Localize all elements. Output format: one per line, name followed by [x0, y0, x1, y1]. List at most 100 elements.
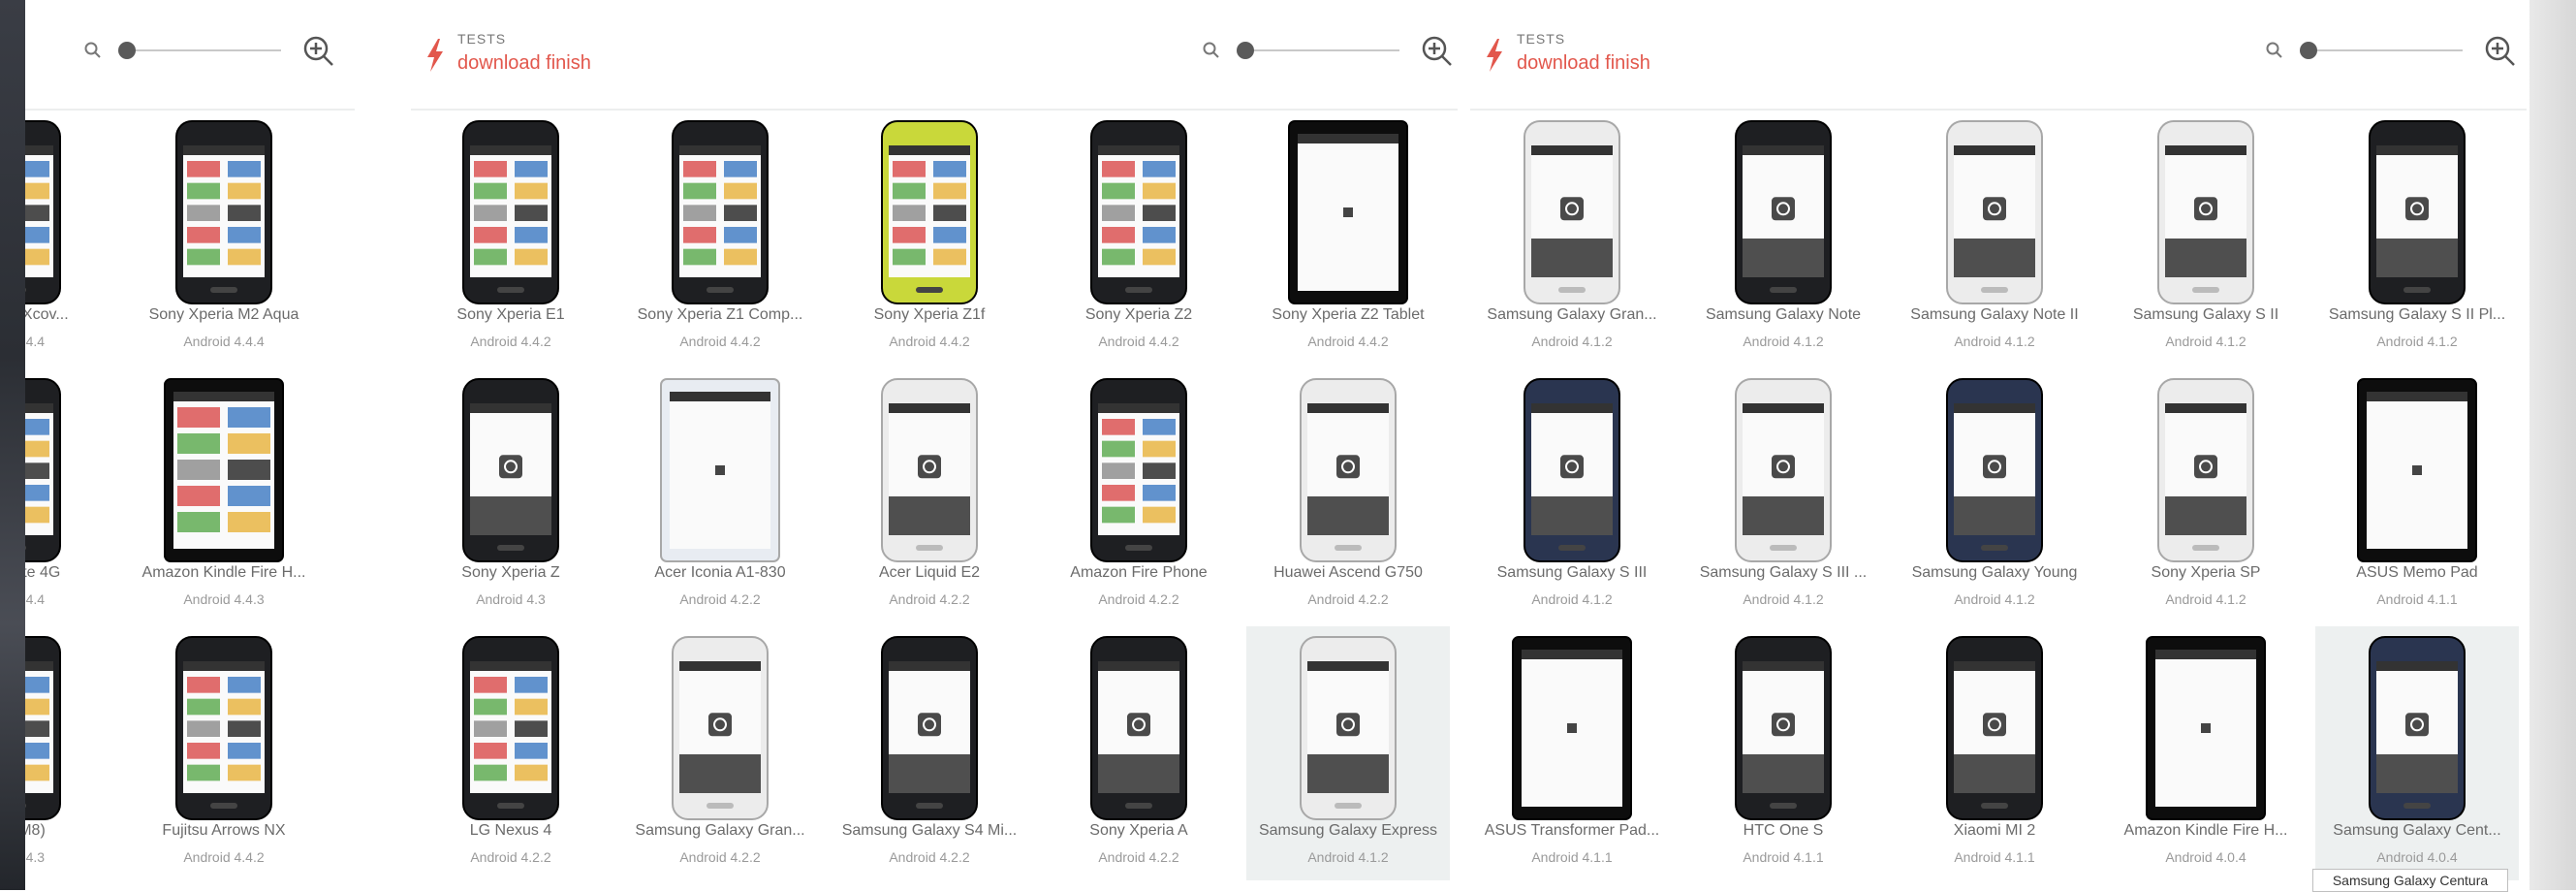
- device-screenshot[interactable]: [175, 120, 272, 309]
- device-screenshot[interactable]: [881, 120, 978, 309]
- device-tile[interactable]: Sony Xperia A Android 4.2.2: [1037, 626, 1241, 880]
- zoom-slider[interactable]: [126, 49, 281, 51]
- device-screenshot[interactable]: [164, 378, 284, 567]
- device-tile[interactable]: Samsung Galaxy S4 Mi... Android 4.2.2: [828, 626, 1031, 880]
- device-screenshot[interactable]: [25, 378, 61, 567]
- device-screenshot[interactable]: [1300, 378, 1397, 567]
- device-tile[interactable]: Samsung Galaxy Gran... Android 4.1.2: [1470, 111, 1674, 365]
- device-tile[interactable]: Huawei Ascend G750 Android 4.2.2: [1246, 368, 1450, 622]
- download-status: download finish: [457, 52, 591, 74]
- device-screenshot[interactable]: [881, 636, 978, 825]
- device-os-version: Android 4.2.2: [1098, 591, 1179, 607]
- device-tile[interactable]: Sony Xperia Z Android 4.3: [411, 368, 613, 622]
- zoom-out-icon[interactable]: [2265, 41, 2284, 60]
- device-tile[interactable]: Sony Xperia Z1f Android 4.4.2: [828, 111, 1031, 365]
- device-tile[interactable]: Sony Xperia SP Android 4.1.2: [2104, 368, 2308, 622]
- device-tile[interactable]: Fujitsu Arrows NX Android 4.4.2: [122, 626, 326, 880]
- panel-header: TESTS download finish: [1470, 0, 2527, 111]
- device-tile[interactable]: Xiaomi MI 2 Android 4.1.1: [1893, 626, 2096, 880]
- device-screenshot[interactable]: [2369, 636, 2466, 825]
- device-tile[interactable]: Samsung Galaxy Note Android 4.1.2: [1681, 111, 1885, 365]
- zoom-control: [2265, 33, 2517, 68]
- device-screenshot[interactable]: [1946, 378, 2043, 567]
- zoom-slider-knob[interactable]: [2300, 42, 2317, 59]
- device-tile[interactable]: Sony Xperia Z2 Tablet Android 4.4.2: [1246, 111, 1450, 365]
- zoom-slider-knob[interactable]: [118, 42, 136, 59]
- zoom-in-icon[interactable]: [1419, 33, 1454, 68]
- device-screenshot[interactable]: [175, 636, 272, 825]
- device-tile[interactable]: Samsung Galaxy Express Android 4.1.2: [1246, 626, 1450, 880]
- device-screenshot[interactable]: [881, 378, 978, 567]
- device-tile[interactable]: g Galaxy Xcov... droid 4.4.4: [25, 111, 114, 365]
- device-screenshot[interactable]: [672, 636, 769, 825]
- device-tile[interactable]: Samsung Galaxy S III Android 4.1.2: [1470, 368, 1674, 622]
- device-screenshot[interactable]: [2357, 378, 2477, 567]
- device-tile[interactable]: Samsung Galaxy Young Android 4.1.2: [1893, 368, 2096, 622]
- device-screenshot[interactable]: [2369, 120, 2466, 309]
- zoom-in-icon[interactable]: [300, 33, 335, 68]
- device-name: g Galaxy Xcov...: [25, 306, 69, 323]
- device-screenshot[interactable]: [1735, 378, 1832, 567]
- device-tile[interactable]: Samsung Galaxy Note II Android 4.1.2: [1893, 111, 2096, 365]
- device-screenshot[interactable]: [1288, 120, 1408, 309]
- device-screenshot[interactable]: [2157, 120, 2254, 309]
- device-tile[interactable]: Acer Iconia A1-830 Android 4.2.2: [618, 368, 822, 622]
- device-screenshot[interactable]: [1735, 636, 1832, 825]
- device-screenshot[interactable]: [2157, 378, 2254, 567]
- zoom-slider[interactable]: [1244, 49, 1399, 51]
- device-screenshot[interactable]: [1946, 636, 2043, 825]
- zoom-slider[interactable]: [2308, 49, 2463, 51]
- device-tile[interactable]: Amazon Kindle Fire H... Android 4.0.4: [2104, 626, 2308, 880]
- device-screenshot[interactable]: [1090, 636, 1187, 825]
- device-tile[interactable]: edmi Note 4G droid 4.4.4: [25, 368, 114, 622]
- device-screenshot[interactable]: [25, 120, 61, 309]
- zoom-in-icon[interactable]: [2482, 33, 2517, 68]
- zoom-out-icon[interactable]: [83, 41, 103, 60]
- test-panel-3: TESTS download finish Samsung Galaxy Gra…: [1470, 0, 2527, 890]
- device-tile[interactable]: Acer Liquid E2 Android 4.2.2: [828, 368, 1031, 622]
- device-screenshot[interactable]: [462, 120, 559, 309]
- device-screenshot[interactable]: [25, 636, 61, 825]
- device-screenshot[interactable]: [462, 378, 559, 567]
- device-tile[interactable]: Amazon Fire Phone Android 4.2.2: [1037, 368, 1241, 622]
- device-name: One (M8): [25, 822, 46, 839]
- zoom-control: [1202, 33, 1454, 68]
- device-os-version: droid 4.4.4: [25, 334, 46, 349]
- device-os-version: Android 4.2.2: [1307, 591, 1389, 607]
- device-screenshot[interactable]: [462, 636, 559, 825]
- device-screenshot[interactable]: [672, 120, 769, 309]
- zoom-out-icon[interactable]: [1202, 41, 1221, 60]
- device-tile[interactable]: Samsung Galaxy Gran... Android 4.2.2: [618, 626, 822, 880]
- device-frame: [25, 120, 61, 304]
- device-tile[interactable]: Samsung Galaxy S II Pl... Android 4.1.2: [2315, 111, 2519, 365]
- device-screenshot[interactable]: [1524, 120, 1620, 309]
- device-tile[interactable]: Amazon Kindle Fire H... Android 4.4.3: [122, 368, 326, 622]
- device-tile[interactable]: ASUS Transformer Pad... Android 4.1.1: [1470, 626, 1674, 880]
- zoom-slider-knob[interactable]: [1237, 42, 1254, 59]
- device-frame: [1735, 636, 1832, 820]
- device-screenshot[interactable]: [1090, 120, 1187, 309]
- device-screenshot[interactable]: [1090, 378, 1187, 567]
- test-panel-2: TESTS download finish Sony Xperia E1 Andr…: [411, 0, 1458, 890]
- device-frame: [2146, 636, 2266, 820]
- device-tile[interactable]: Samsung Galaxy S II Android 4.1.2: [2104, 111, 2308, 365]
- device-tile[interactable]: Samsung Galaxy S III ... Android 4.1.2: [1681, 368, 1885, 622]
- device-screenshot[interactable]: [1300, 636, 1397, 825]
- device-screenshot[interactable]: [660, 378, 780, 567]
- device-tile[interactable]: Sony Xperia M2 Aqua Android 4.4.4: [122, 111, 326, 365]
- device-tile[interactable]: Sony Xperia Z1 Comp... Android 4.4.2: [618, 111, 822, 365]
- device-tile[interactable]: Samsung Galaxy Cent... Android 4.0.4: [2315, 626, 2519, 880]
- device-screenshot[interactable]: [2146, 636, 2266, 825]
- device-tile[interactable]: Sony Xperia E1 Android 4.4.2: [411, 111, 613, 365]
- device-tile[interactable]: Sony Xperia Z2 Android 4.4.2: [1037, 111, 1241, 365]
- device-screenshot[interactable]: [1946, 120, 2043, 309]
- device-screenshot[interactable]: [1512, 636, 1632, 825]
- device-os-version: Android 4.1.1: [1531, 849, 1613, 865]
- device-screenshot[interactable]: [1735, 120, 1832, 309]
- device-tile[interactable]: LG Nexus 4 Android 4.2.2: [411, 626, 613, 880]
- device-screenshot[interactable]: [1524, 378, 1620, 567]
- device-os-version: Android 4.0.4: [2376, 849, 2458, 865]
- device-tile[interactable]: HTC One S Android 4.1.1: [1681, 626, 1885, 880]
- device-tile[interactable]: ASUS Memo Pad Android 4.1.1: [2315, 368, 2519, 622]
- device-tile[interactable]: One (M8) droid 4.4.3: [25, 626, 114, 880]
